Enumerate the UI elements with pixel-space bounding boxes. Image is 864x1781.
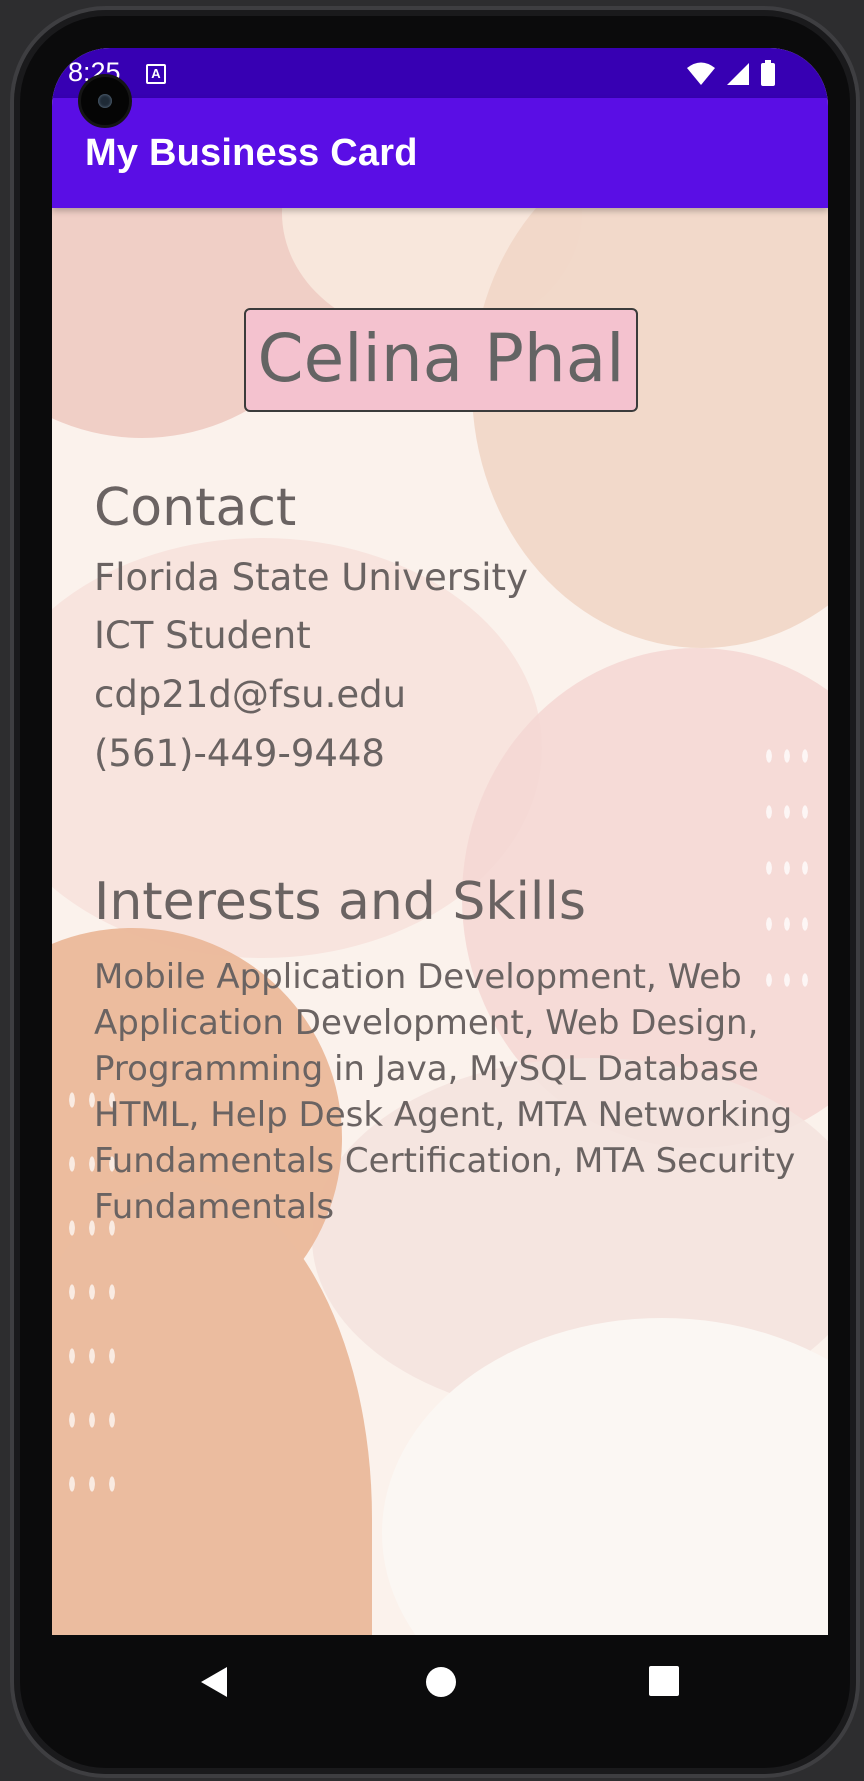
home-circle-icon[interactable] (424, 1665, 458, 1699)
wifi-icon (687, 62, 715, 85)
skills-heading: Interests and Skills (94, 872, 586, 932)
status-icons (686, 60, 776, 86)
back-triangle-icon[interactable] (198, 1665, 230, 1699)
contact-phone: (561)-449-9448 (94, 732, 385, 775)
contact-university: Florida State University (94, 556, 528, 599)
business-card-content: Celina Phal Contact Florida State Univer… (52, 208, 828, 1635)
contact-role: ICT Student (94, 614, 311, 657)
cellular-signal-icon (727, 63, 749, 85)
recents-square-icon[interactable] (648, 1665, 680, 1697)
contact-email: cdp21d@fsu.edu (94, 673, 407, 716)
a-badge-icon: A (146, 64, 166, 84)
app-bar: My Business Card (52, 98, 828, 208)
system-navigation-bar (52, 1635, 828, 1735)
phone-screen: 8:25 A My Business Card Celina Phal Cont… (52, 48, 828, 1635)
battery-icon (761, 60, 775, 86)
app-title: My Business Card (85, 132, 418, 174)
status-bar: 8:25 A (52, 48, 828, 98)
contact-heading: Contact (94, 478, 297, 538)
front-camera (78, 74, 132, 128)
skills-text: Mobile Application Development, Web Appl… (94, 957, 796, 1227)
background-dots (760, 728, 820, 988)
name-title: Celina Phal (244, 308, 638, 412)
